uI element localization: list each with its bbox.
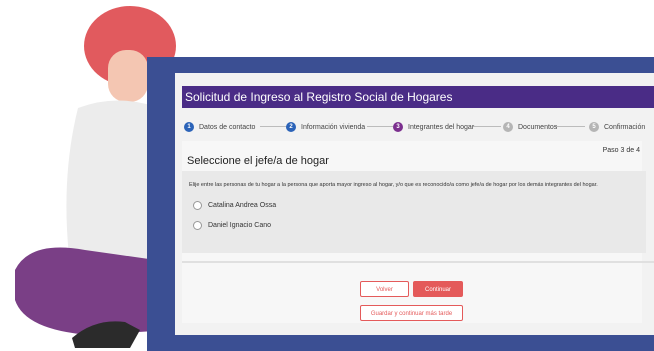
step-number: 3 [393, 122, 403, 132]
option-label: Daniel Ignacio Cano [208, 222, 272, 229]
option-row[interactable]: Catalina Andrea Ossa [193, 201, 276, 210]
continue-button[interactable]: Continuar [413, 281, 463, 297]
step-4[interactable]: 4 Documentos [503, 118, 557, 136]
stepper-line [473, 126, 501, 127]
stepper-line [555, 126, 585, 127]
form-title: Solicitud de Ingreso al Registro Social … [182, 86, 654, 108]
step-label: Documentos [518, 123, 558, 131]
step-label: Información vivienda [301, 123, 366, 131]
radio-button[interactable] [193, 201, 202, 210]
step-number: 1 [184, 122, 194, 132]
step-number: 5 [589, 122, 599, 132]
instruction-text: Elije entre las personas de tu hogar a l… [189, 182, 598, 188]
step-number: 2 [286, 122, 296, 132]
option-row[interactable]: Daniel Ignacio Cano [193, 221, 271, 230]
stepper: 1 Datos de contacto 2 Información vivien… [182, 118, 654, 136]
stepper-line [367, 126, 393, 127]
save-later-button[interactable]: Guardar y continuar más tarde [360, 305, 463, 321]
radio-button[interactable] [193, 221, 202, 230]
back-button[interactable]: Volver [360, 281, 409, 297]
page-indicator: Paso 3 de 4 [602, 147, 640, 154]
section-divider [182, 261, 654, 263]
step-label: Datos de contacto [199, 123, 256, 131]
form-screen: Solicitud de Ingreso al Registro Social … [175, 73, 654, 335]
step-number: 4 [503, 122, 513, 132]
step-5[interactable]: 5 Confirmación [589, 118, 645, 136]
step-1[interactable]: 1 Datos de contacto [184, 118, 255, 136]
face-shape [108, 50, 148, 102]
step-3[interactable]: 3 Integrantes del hogar [393, 118, 474, 136]
step-label: Integrantes del hogar [408, 123, 475, 131]
option-label: Catalina Andrea Ossa [208, 202, 277, 209]
step-label: Confirmación [604, 123, 646, 131]
step-2[interactable]: 2 Información vivienda [286, 118, 365, 136]
page-heading: Seleccione el jefe/a de hogar [187, 155, 329, 167]
